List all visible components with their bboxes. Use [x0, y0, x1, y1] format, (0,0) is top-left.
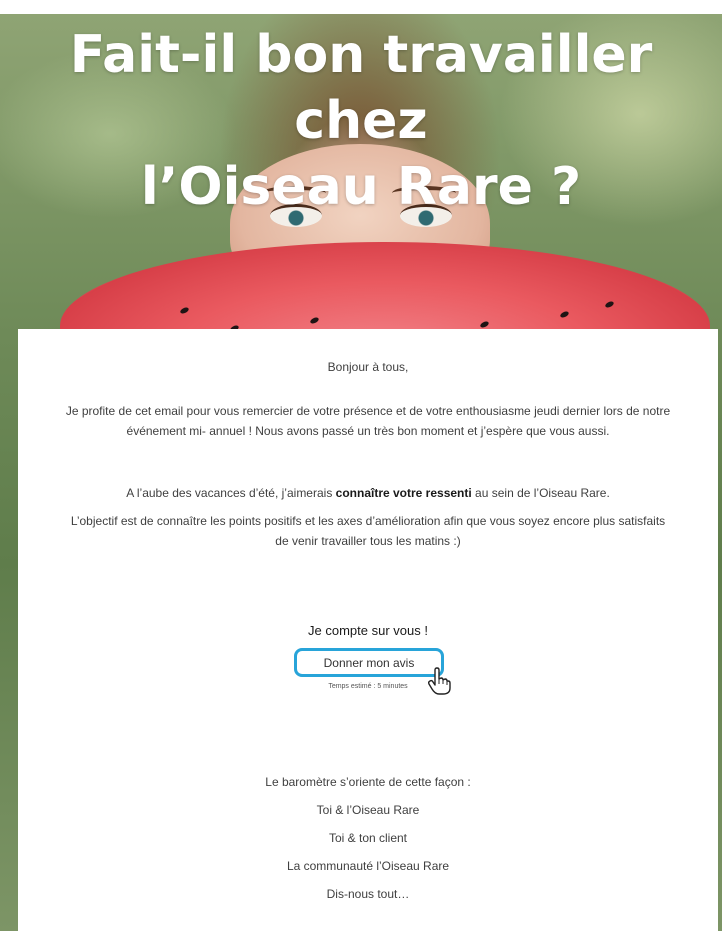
email-content-card: Bonjour à tous, Je profite de cet email … — [18, 329, 718, 931]
feedback-paragraph: A l’aube des vacances d’été, j’aimerais … — [18, 483, 718, 503]
hero-title-line1: Fait-il bon travailler chez — [69, 25, 653, 151]
objective-paragraph-line2: de venir travailler tous les matins :) — [275, 534, 461, 548]
barometer-item: La communauté l’Oiseau Rare — [286, 859, 450, 873]
barometer-item: Dis-nous tout… — [326, 887, 410, 901]
feedback-text-before: A l’aube des vacances d’été, j’aimerais — [126, 486, 336, 500]
feedback-text-bold: connaître votre ressenti — [335, 486, 472, 500]
give-feedback-button[interactable]: Donner mon avis — [294, 648, 444, 677]
hero-title-line2: l’Oiseau Rare ? — [140, 157, 582, 217]
intro-paragraph-line1: Je profite de cet email pour vous remerc… — [65, 404, 671, 418]
barometer-item: Toi & l’Oiseau Rare — [316, 803, 420, 817]
cta-heading: Je compte sur vous ! — [308, 623, 428, 638]
feedback-text-after: au sein de l’Oiseau Rare. — [471, 486, 610, 500]
barometer-intro: Le baromètre s’oriente de cette façon : — [265, 775, 471, 789]
intro-paragraph-line2: événement mi- annuel ! Nous avons passé … — [126, 424, 610, 438]
hero-title: Fait-il bon travailler chez l’Oiseau Rar… — [0, 22, 722, 220]
time-estimate-text: Temps estimé : 5 minutes — [328, 683, 408, 690]
greeting-text: Bonjour à tous, — [327, 360, 409, 374]
objective-paragraph-line1: L’objectif est de connaître les points p… — [70, 514, 666, 528]
barometer-item: Toi & ton client — [328, 831, 408, 845]
hand-pointer-icon — [427, 667, 451, 695]
